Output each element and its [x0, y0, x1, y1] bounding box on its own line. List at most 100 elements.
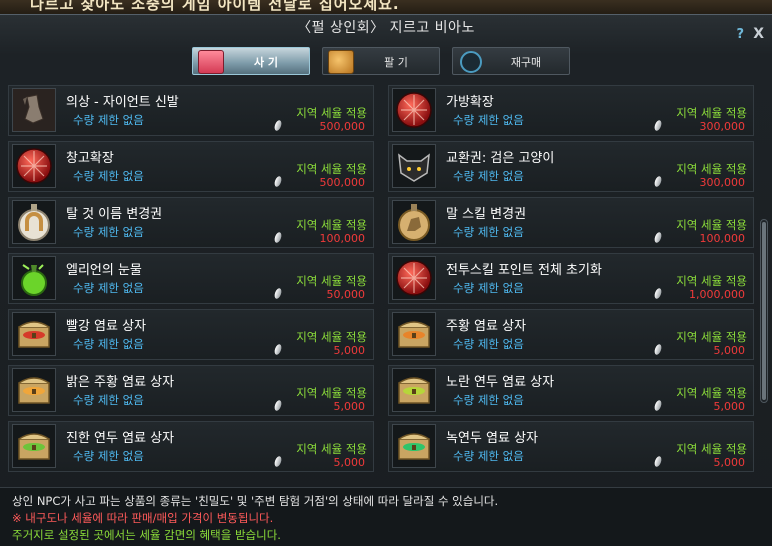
item-quantity-limit: 수량 제한 없음 [453, 337, 524, 351]
dye-chest-icon [12, 424, 56, 468]
shop-item[interactable]: 밝은 주황 염료 상자수량 제한 없음 지역 세율 적용 5,000 [8, 365, 374, 416]
item-price: 5,000 [333, 400, 366, 413]
red-orb-icon [392, 88, 436, 132]
item-tax-label: 지역 세율 적용 [676, 218, 747, 232]
horseshoe-medal-icon [12, 200, 56, 244]
silver-coin-icon [653, 175, 663, 188]
item-quantity-limit: 수량 제한 없음 [453, 225, 524, 239]
footer-warning-text: ※ 내구도나 세율에 따라 판매/매입 가격이 변동됩니다. [12, 511, 274, 525]
item-quantity-limit: 수량 제한 없음 [73, 393, 144, 407]
item-price: 100,000 [699, 232, 746, 245]
item-name: 엘리언의 눈물 [66, 263, 142, 278]
black-cat-icon [392, 144, 436, 188]
item-list: 의상 - 자이언트 신발 수량 제한 없음 지역 세율 적용 500,000 가방확장 수… [8, 85, 756, 499]
silver-coin-icon [653, 287, 663, 300]
silver-coin-icon [653, 119, 663, 132]
item-name: 말 스킬 변경권 [446, 207, 527, 222]
item-name: 밝은 주황 염료 상자 [66, 375, 175, 390]
item-tax-label: 지역 세율 적용 [676, 106, 747, 120]
item-quantity-limit: 수량 제한 없음 [453, 393, 524, 407]
npc-shop-window: 〈펄 상인회〉 지르고 비아노 ? X 사 기 팔 기 재구매 의상 - 자이언… [0, 14, 772, 546]
item-quantity-limit: 수량 제한 없음 [73, 281, 144, 295]
item-name: 진한 연두 염료 상자 [66, 431, 175, 446]
item-name: 탈 것 이름 변경권 [66, 207, 163, 222]
item-quantity-limit: 수량 제한 없음 [73, 169, 144, 183]
shop-item[interactable]: 노란 연두 염료 상자수량 제한 없음 지역 세율 적용 5,000 [388, 365, 754, 416]
item-quantity-limit: 수량 제한 없음 [453, 281, 524, 295]
shop-item[interactable]: 빨강 염료 상자 수량 제한 없음 지역 세율 적용 5,000 [8, 309, 374, 360]
close-button[interactable]: X [753, 26, 764, 42]
item-quantity-limit: 수량 제한 없음 [73, 337, 144, 351]
shop-item[interactable]: 창고확장 수량 제한 없음 지역 세율 적용 500,000 [8, 141, 374, 192]
item-name: 가방확장 [446, 95, 494, 110]
item-tax-label: 지역 세율 적용 [676, 162, 747, 176]
item-tax-label: 지역 세율 적용 [676, 386, 747, 400]
shop-item[interactable]: 가방확장수량 제한 없음 지역 세율 적용 300,000 [388, 85, 754, 136]
shop-item[interactable]: 말 스킬 변경권수량 제한 없음 지역 세율 적용 100,000 [388, 197, 754, 248]
shopping-bag-icon [198, 50, 224, 74]
silver-coin-icon [273, 287, 283, 300]
silver-coin-icon [273, 343, 283, 356]
item-tax-label: 지역 세율 적용 [676, 442, 747, 456]
background-notice-strip: 다르고 찾아도 소중의 게임 아이템 전달로 집어오세요. [0, 0, 772, 14]
shop-item[interactable]: 엘리언의 눈물수량 제한 없음 지역 세율 적용 50,000 [8, 253, 374, 304]
item-tax-label: 지역 세율 적용 [296, 218, 367, 232]
dye-chest-icon [392, 424, 436, 468]
footer-notice: 상인 NPC가 사고 파는 상품의 종류는 '친밀도' 및 '주변 탐험 거점'… [0, 487, 772, 546]
item-price: 300,000 [699, 176, 746, 189]
item-tax-label: 지역 세율 적용 [296, 106, 367, 120]
shop-item[interactable]: 진한 연두 염료 상자수량 제한 없음 지역 세율 적용 5,000 [8, 421, 374, 472]
background-notice-text: 다르고 찾아도 소중의 게임 아이템 전달로 집어오세요. [30, 0, 400, 13]
item-name: 교환권: 검은 고양이 [446, 151, 555, 166]
dye-chest-icon [12, 312, 56, 356]
item-quantity-limit: 수량 제한 없음 [73, 113, 144, 127]
shop-item[interactable]: 탈 것 이름 변경권 수량 제한 없음 지역 세율 적용 100,000 [8, 197, 374, 248]
item-quantity-limit: 수량 제한 없음 [453, 113, 524, 127]
coin-stack-icon [328, 50, 354, 74]
item-name: 전투스킬 포인트 전체 초기화 [446, 263, 602, 278]
red-orb-icon [392, 256, 436, 300]
dye-chest-icon [392, 368, 436, 412]
item-tax-label: 지역 세율 적용 [296, 162, 367, 176]
item-tax-label: 지역 세율 적용 [296, 330, 367, 344]
item-quantity-limit: 수량 제한 없음 [73, 449, 144, 463]
shop-item[interactable]: 교환권: 검은 고양이 수량 제한 없음 지역 세율 적용 300,000 [388, 141, 754, 192]
tab-sell-label: 팔 기 [384, 56, 408, 69]
tab-buy[interactable]: 사 기 [192, 47, 310, 75]
item-price: 1,000,000 [689, 288, 745, 301]
scrollbar[interactable] [760, 219, 768, 403]
item-name: 창고확장 [66, 151, 114, 166]
item-tax-label: 지역 세율 적용 [296, 442, 367, 456]
tab-sell[interactable]: 팔 기 [322, 47, 440, 75]
item-name: 주황 염료 상자 [446, 319, 527, 334]
item-tax-label: 지역 세율 적용 [296, 386, 367, 400]
dye-chest-icon [392, 312, 436, 356]
item-price: 300,000 [699, 120, 746, 133]
item-price: 5,000 [713, 400, 746, 413]
item-price: 50,000 [326, 288, 366, 301]
silver-coin-icon [653, 455, 663, 468]
shop-item[interactable]: 전투스킬 포인트 전체 초기화 수량 제한 없음 지역 세율 적용 1,000,000 [388, 253, 754, 304]
silver-coin-icon [653, 231, 663, 244]
item-name: 빨강 염료 상자 [66, 319, 147, 334]
shop-item[interactable]: 녹연두 염료 상자 수량 제한 없음 지역 세율 적용 5,000 [388, 421, 754, 472]
item-price: 5,000 [713, 344, 746, 357]
horse-skill-medal-icon [392, 200, 436, 244]
scrollbar-thumb[interactable] [762, 222, 766, 400]
item-name: 의상 - 자이언트 신발 [66, 95, 179, 110]
help-button[interactable]: ? [736, 27, 744, 42]
item-name: 노란 연두 염료 상자 [446, 375, 555, 390]
item-price: 5,000 [333, 456, 366, 469]
tab-repurchase[interactable]: 재구매 [452, 47, 570, 75]
tab-repurchase-label: 재구매 [510, 56, 542, 69]
shop-item[interactable]: 주황 염료 상자수량 제한 없음 지역 세율 적용 5,000 [388, 309, 754, 360]
silver-coin-icon [653, 343, 663, 356]
item-price: 500,000 [319, 120, 366, 133]
item-tax-label: 지역 세율 적용 [296, 274, 367, 288]
silver-coin-icon [653, 399, 663, 412]
shop-item[interactable]: 의상 - 자이언트 신발수량 제한 없음 지역 세율 적용 500,000 [8, 85, 374, 136]
repurchase-ring-icon [460, 51, 482, 73]
item-tax-label: 지역 세율 적용 [676, 330, 747, 344]
silver-coin-icon [273, 455, 283, 468]
window-title: 〈펄 상인회〉 지르고 비아노 [297, 20, 475, 36]
